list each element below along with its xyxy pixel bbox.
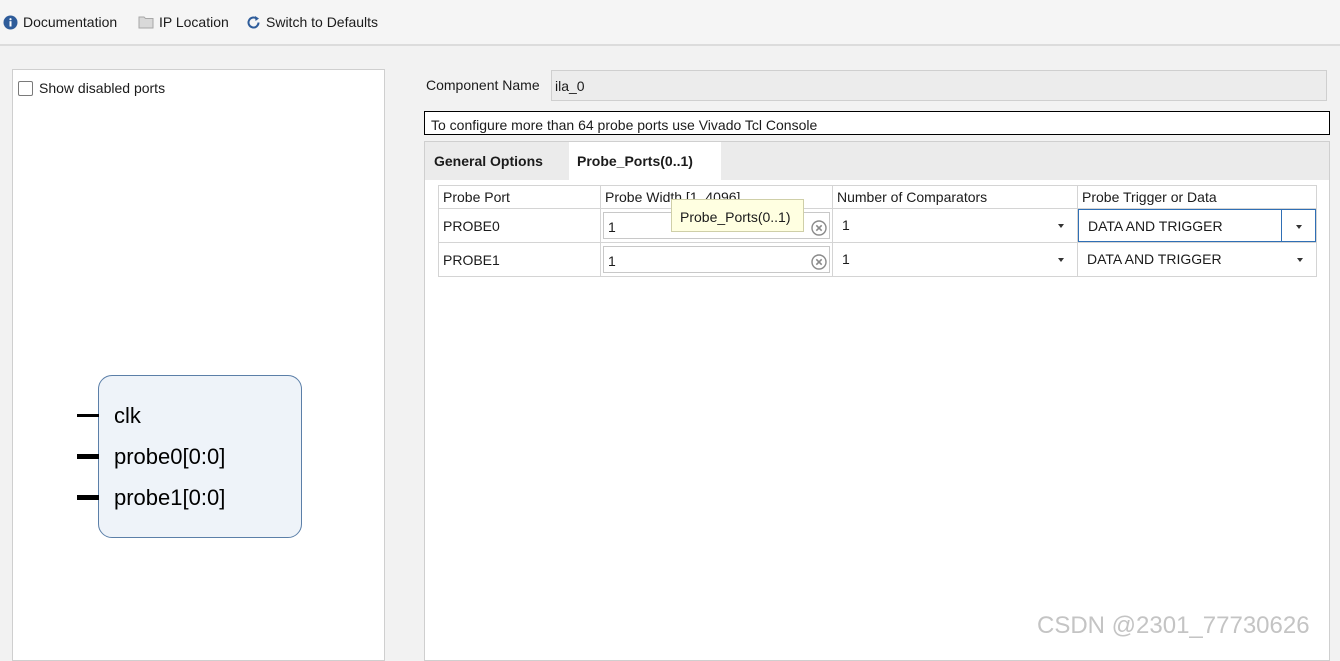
component-name-field[interactable]: ila_0 (551, 70, 1327, 101)
cell-comparators[interactable]: 1 (832, 208, 1078, 243)
probe-width-value: 1 (608, 219, 616, 235)
dropdown-separator (1281, 210, 1282, 241)
cell-probe-width: 1 (600, 242, 833, 277)
trigger-value: DATA AND TRIGGER (1088, 218, 1223, 234)
pin-line-clk (77, 414, 99, 417)
tab-strip: General Options Probe_Ports(0..1) (425, 142, 1329, 180)
probe-width-value: 1 (608, 253, 616, 269)
table-row: PROBE0 1 1 DATA AND TRIGGER (438, 208, 1317, 243)
cell-trigger[interactable]: DATA AND TRIGGER (1077, 208, 1317, 243)
cell-probe-port: PROBE0 (438, 208, 601, 243)
table-header-row: Probe Port Probe Width [1..4096] Number … (438, 185, 1317, 209)
component-name-label: Component Name (426, 77, 540, 93)
ip-location-label: IP Location (159, 14, 229, 30)
show-disabled-ports-checkbox-row[interactable]: Show disabled ports (18, 80, 165, 96)
cell-comparators[interactable]: 1 (832, 242, 1078, 277)
tab-general-options[interactable]: General Options (426, 142, 569, 180)
folder-icon (138, 15, 154, 29)
switch-to-defaults-label: Switch to Defaults (266, 14, 379, 30)
switch-to-defaults-button[interactable]: Switch to Defaults (246, 12, 378, 32)
refresh-icon (246, 15, 261, 30)
pin-line-probe0 (77, 454, 99, 459)
comparators-dropdown[interactable]: 1 (833, 243, 1077, 276)
chevron-down-icon[interactable] (1297, 258, 1303, 262)
documentation-label: Documentation (23, 14, 118, 30)
clear-icon[interactable] (811, 220, 827, 239)
toolbar: Documentation IP Location Switch to Defa… (0, 0, 1340, 46)
chevron-down-icon[interactable] (1058, 258, 1064, 262)
table-row: PROBE1 1 1 DATA AND TRIGGER (438, 242, 1317, 277)
comparators-value: 1 (842, 251, 850, 267)
comparators-value: 1 (842, 217, 850, 233)
pin-label-clk: clk (114, 403, 141, 428)
tab-container: General Options Probe_Ports(0..1) Probe … (424, 141, 1330, 661)
tooltip: Probe_Ports(0..1) (671, 199, 804, 232)
pin-line-probe1 (77, 495, 99, 500)
pin-label-probe0: probe0[0:0] (114, 444, 226, 469)
probe-width-input[interactable]: 1 (603, 246, 830, 273)
header-probe-port: Probe Port (438, 185, 601, 209)
show-disabled-ports-checkbox[interactable] (18, 80, 33, 96)
documentation-button[interactable]: Documentation (3, 12, 117, 32)
ip-location-button[interactable]: IP Location (138, 12, 229, 32)
ip-symbol-block: clk probe0[0:0] probe1[0:0] (77, 375, 302, 538)
cell-trigger[interactable]: DATA AND TRIGGER (1077, 242, 1317, 277)
watermark: CSDN @2301_77730626 (1037, 612, 1310, 639)
symbol-panel: Show disabled ports clk probe0[0:0] prob… (12, 69, 385, 661)
trigger-dropdown[interactable]: DATA AND TRIGGER (1078, 209, 1316, 242)
probe-ports-table: Probe Port Probe Width [1..4096] Number … (438, 185, 1317, 277)
pin-label-probe1: probe1[0:0] (114, 485, 226, 510)
chevron-down-icon[interactable] (1058, 224, 1064, 228)
cell-probe-port: PROBE1 (438, 242, 601, 277)
info-icon (3, 15, 18, 30)
trigger-value: DATA AND TRIGGER (1087, 251, 1222, 267)
probe-config-note: To configure more than 64 probe ports us… (424, 111, 1330, 135)
trigger-dropdown[interactable]: DATA AND TRIGGER (1078, 243, 1316, 276)
chevron-down-icon[interactable] (1296, 225, 1302, 229)
comparators-dropdown[interactable]: 1 (833, 209, 1077, 242)
header-probe-trigger-or-data: Probe Trigger or Data (1077, 185, 1317, 209)
show-disabled-ports-label: Show disabled ports (39, 80, 166, 96)
tab-probe-ports[interactable]: Probe_Ports(0..1) (569, 142, 721, 180)
clear-icon[interactable] (811, 254, 827, 273)
header-number-of-comparators: Number of Comparators (832, 185, 1078, 209)
